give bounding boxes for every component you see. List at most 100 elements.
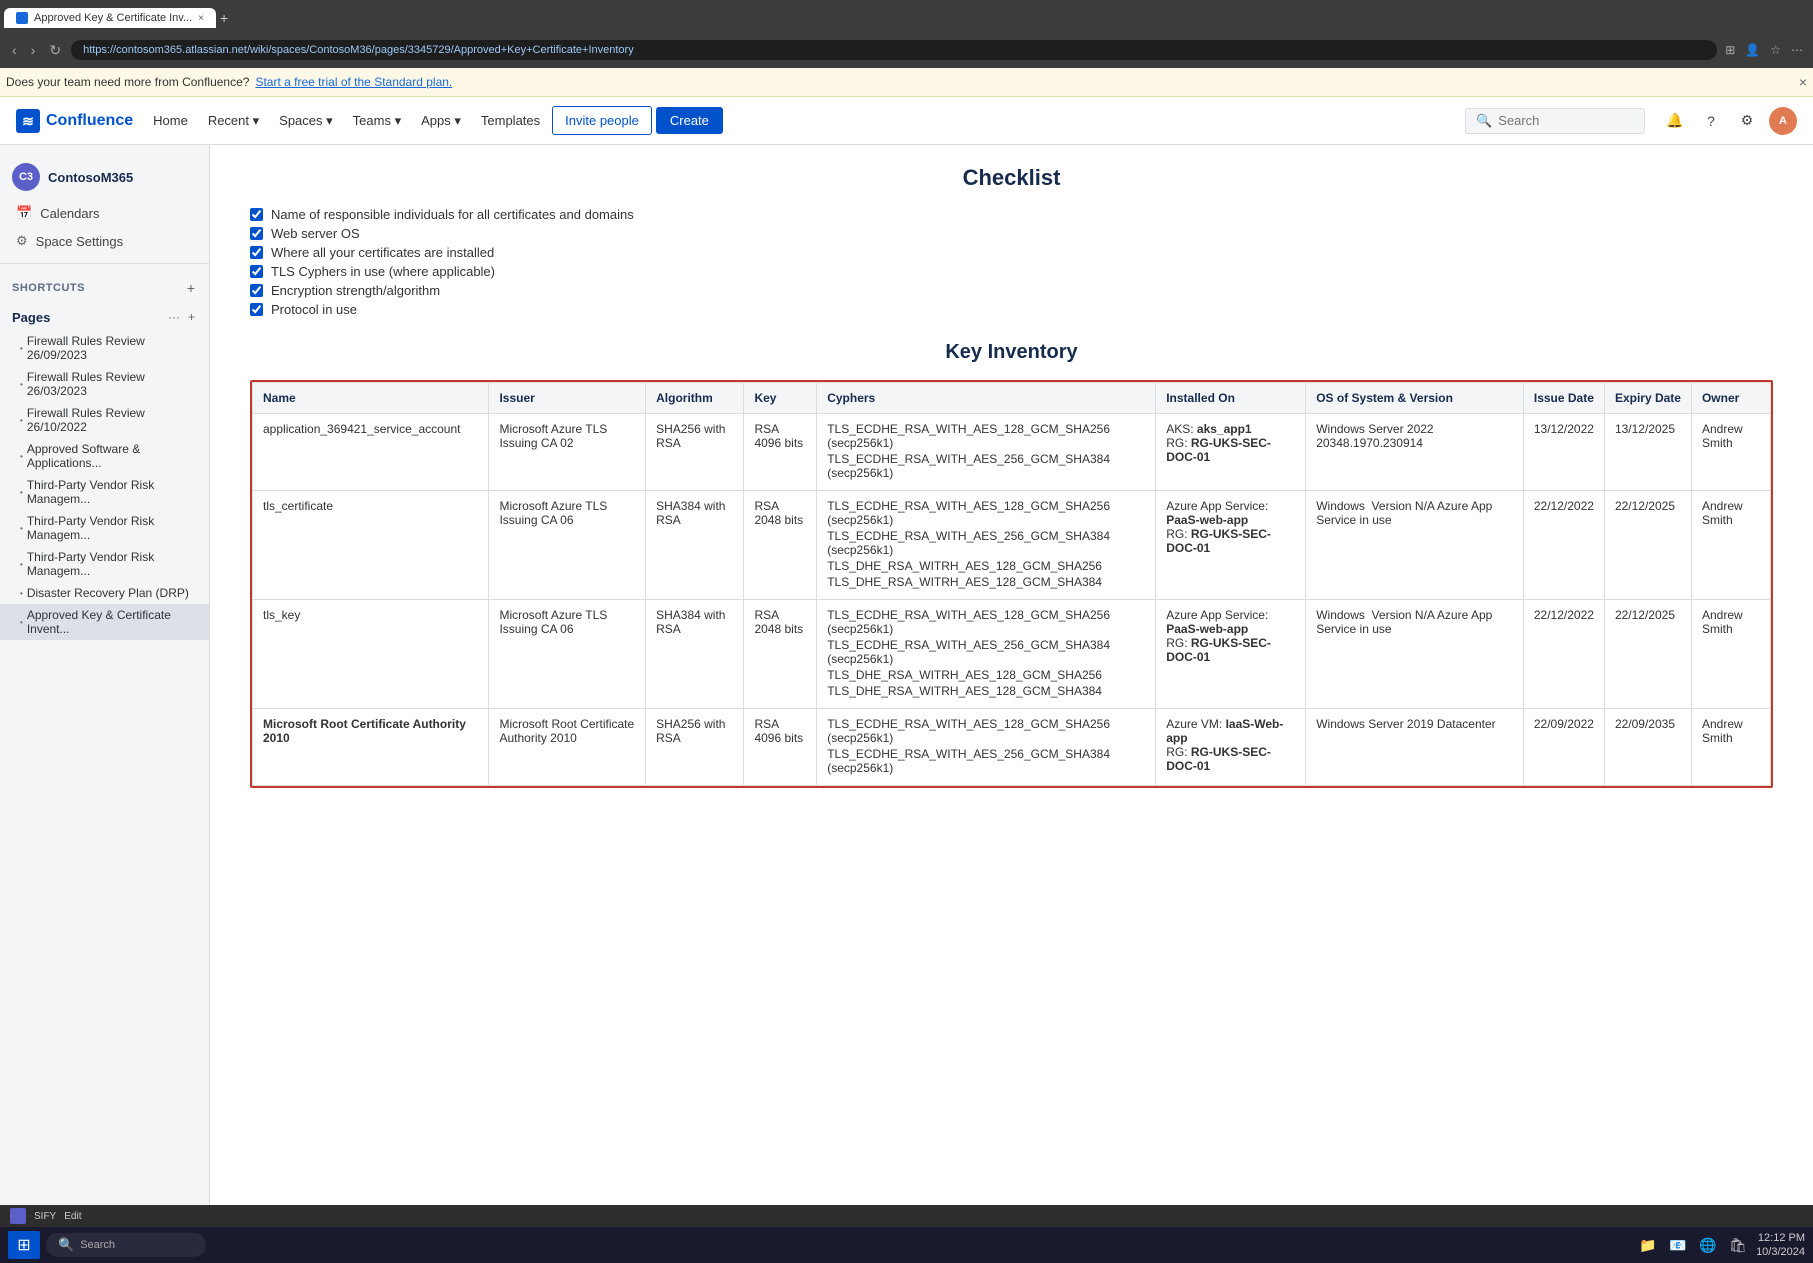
confluence-logo-icon: ≋ (16, 109, 40, 133)
extensions-icon[interactable]: ⊞ (1723, 41, 1737, 59)
sidebar-divider (0, 263, 209, 264)
cipher-item: TLS_ECDHE_RSA_WITH_AES_256_GCM_SHA384 (s… (827, 747, 1145, 775)
sidebar-page-vendor-2[interactable]: • Third-Party Vendor Risk Managem... (0, 510, 209, 546)
taskbar-search[interactable]: 🔍 Search (46, 1233, 206, 1257)
address-bar[interactable]: https://contosom365.atlassian.net/wiki/s… (71, 40, 1717, 60)
settings-nav-icon[interactable]: ⚙ (1733, 107, 1761, 135)
page-dot-icon: • (20, 488, 23, 497)
page-dot-icon: • (20, 524, 23, 533)
checklist-checkbox-3[interactable] (250, 246, 263, 259)
templates-nav-link[interactable]: Templates (473, 109, 548, 132)
col-installed-on: Installed On (1156, 383, 1306, 414)
row2-key: RSA 2048 bits (744, 491, 817, 600)
teams-nav-link[interactable]: Teams ▾ (345, 109, 409, 133)
sidebar-page-vendor-1[interactable]: • Third-Party Vendor Risk Managem... (0, 474, 209, 510)
new-tab-button[interactable]: + (220, 10, 228, 26)
recent-nav-link[interactable]: Recent ▾ (200, 109, 267, 133)
col-os: OS of System & Version (1306, 383, 1524, 414)
checklist-checkbox-1[interactable] (250, 208, 263, 221)
create-button[interactable]: Create (656, 107, 723, 134)
search-box[interactable]: 🔍 (1465, 108, 1645, 134)
sidebar-page-key-cert[interactable]: • Approved Key & Certificate Invent... (0, 604, 209, 640)
row1-cyphers: TLS_ECDHE_RSA_WITH_AES_128_GCM_SHA256 (s… (817, 414, 1156, 491)
apps-nav-link[interactable]: Apps ▾ (413, 109, 469, 133)
user-avatar[interactable]: A (1769, 107, 1797, 135)
tab-close-button[interactable]: × (198, 13, 204, 24)
confluence-nav: ≋ Confluence Home Recent ▾ Spaces ▾ Team… (0, 97, 1813, 145)
sidebar-item-space-settings[interactable]: ⚙ Space Settings (0, 227, 209, 255)
row4-expiry-date: 22/09/2035 (1604, 709, 1691, 786)
sidebar-page-approved-software[interactable]: • Approved Software & Applications... (0, 438, 209, 474)
checklist-checkbox-4[interactable] (250, 265, 263, 278)
row2-owner: Andrew Smith (1691, 491, 1770, 600)
row1-installed-on: AKS: aks_app1RG: RG-UKS-SEC-DOC-01 (1156, 414, 1306, 491)
checklist-item-3: Where all your certificates are installe… (250, 245, 1773, 260)
row3-name: tls_key (253, 600, 489, 709)
spaces-nav-link[interactable]: Spaces ▾ (271, 109, 341, 133)
browser-tab[interactable]: Approved Key & Certificate Inv... × (4, 8, 216, 28)
checklist-checkbox-6[interactable] (250, 303, 263, 316)
cipher-item: TLS_ECDHE_RSA_WITH_AES_128_GCM_SHA256 (s… (827, 608, 1145, 636)
browser-tab-bar: Approved Key & Certificate Inv... × + (0, 0, 1813, 32)
sidebar-page-firewall-2[interactable]: • Firewall Rules Review 26/03/2023 (0, 366, 209, 402)
cipher-item: TLS_ECDHE_RSA_WITH_AES_256_GCM_SHA384 (s… (827, 638, 1145, 666)
space-header[interactable]: C3 ContosoM365 (0, 155, 209, 199)
key-inventory-table: Name Issuer Algorithm Key Cyphers Instal… (252, 382, 1771, 786)
status-bar: SIFY Edit (0, 1205, 1813, 1227)
sidebar-page-vendor-3[interactable]: • Third-Party Vendor Risk Managem... (0, 546, 209, 582)
taskbar-browser-icon[interactable]: 🌐 (1696, 1233, 1720, 1257)
notification-link[interactable]: Start a free trial of the Standard plan. (255, 75, 452, 89)
refresh-button[interactable]: ↻ (45, 40, 65, 61)
help-icon[interactable]: ? (1697, 107, 1725, 135)
aks-value: aks_app1 (1197, 422, 1252, 436)
rg-value: RG-UKS-SEC-DOC-01 (1166, 436, 1271, 464)
vm-value: IaaS-Web-app (1166, 717, 1283, 745)
space-settings-label: Space Settings (36, 234, 123, 249)
row4-os: Windows Server 2019 Datacenter (1306, 709, 1524, 786)
favorites-icon[interactable]: ☆ (1768, 41, 1783, 59)
row4-issue-date: 22/09/2022 (1523, 709, 1604, 786)
forward-button[interactable]: › (27, 40, 40, 60)
taskbar-mail-icon[interactable]: 📧 (1666, 1233, 1690, 1257)
page-dot-icon: • (20, 618, 23, 627)
search-input[interactable] (1498, 113, 1628, 128)
checklist-item-4: TLS Cyphers in use (where applicable) (250, 264, 1773, 279)
confluence-logo[interactable]: ≋ Confluence (16, 109, 133, 133)
start-button[interactable]: ⊞ (8, 1231, 40, 1259)
notification-close-button[interactable]: × (1799, 74, 1807, 90)
sidebar-page-firewall-1[interactable]: • Firewall Rules Review 26/09/2023 (0, 330, 209, 366)
home-nav-link[interactable]: Home (145, 109, 196, 132)
taskbar-search-placeholder: Search (80, 1239, 115, 1251)
sidebar-page-firewall-3[interactable]: • Firewall Rules Review 26/10/2022 (0, 402, 209, 438)
invite-people-button[interactable]: Invite people (552, 106, 652, 135)
tab-title: Approved Key & Certificate Inv... (34, 12, 192, 24)
shortcuts-add-button[interactable]: + (185, 278, 197, 298)
page-content: Checklist Name of responsible individual… (210, 145, 1813, 1205)
back-button[interactable]: ‹ (8, 40, 21, 60)
space-icon: C3 (12, 163, 40, 191)
calendar-icon: 📅 (16, 205, 32, 221)
sidebar-page-drp[interactable]: • Disaster Recovery Plan (DRP) (0, 582, 209, 604)
profile-icon[interactable]: 👤 (1743, 41, 1762, 59)
sidebar-item-calendars[interactable]: 📅 Calendars (0, 199, 209, 227)
taskbar-store-icon[interactable]: 🛍 (1726, 1233, 1750, 1257)
paas-value: PaaS-web-app (1166, 622, 1248, 636)
page-dot-icon: • (20, 560, 23, 569)
checklist-checkbox-2[interactable] (250, 227, 263, 240)
cipher-item: TLS_ECDHE_RSA_WITH_AES_256_GCM_SHA384 (s… (827, 452, 1145, 480)
row4-key: RSA 4096 bits (744, 709, 817, 786)
status-left: SIFY Edit (10, 1208, 81, 1224)
checklist-item-2: Web server OS (250, 226, 1773, 241)
pages-add-button[interactable]: + (186, 308, 197, 326)
page-link-text: Firewall Rules Review 26/10/2022 (27, 406, 197, 434)
cipher-item: TLS_ECDHE_RSA_WITH_AES_128_GCM_SHA256 (s… (827, 717, 1145, 745)
checklist-checkbox-5[interactable] (250, 284, 263, 297)
status-app-icon (10, 1208, 26, 1224)
search-icon: 🔍 (1476, 113, 1492, 129)
taskbar-file-icon[interactable]: 📁 (1636, 1233, 1660, 1257)
settings-icon[interactable]: ⋯ (1789, 41, 1805, 59)
notifications-icon[interactable]: 🔔 (1661, 107, 1689, 135)
row2-name: tls_certificate (253, 491, 489, 600)
notification-bar: Does your team need more from Confluence… (0, 68, 1813, 97)
pages-more-button[interactable]: ··· (166, 308, 182, 326)
